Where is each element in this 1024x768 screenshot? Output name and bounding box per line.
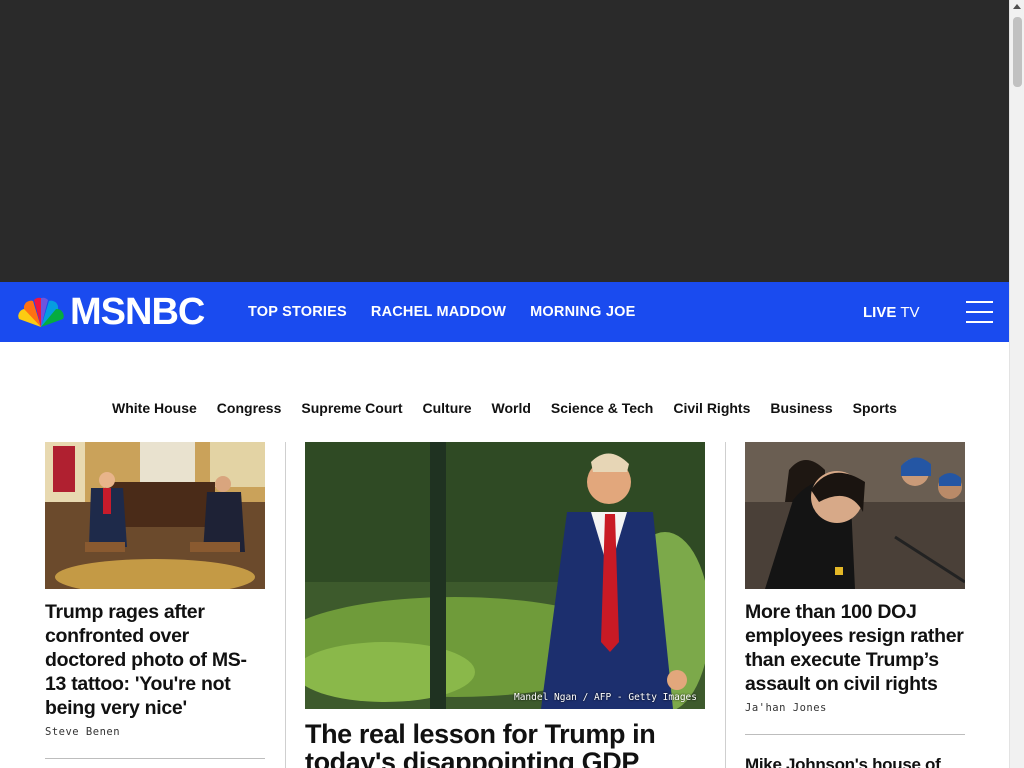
column-divider-right [725,442,726,768]
left-story-image[interactable] [45,442,265,589]
vertical-scrollbar[interactable] [1009,0,1024,768]
top-navigation-bar: MSNBC TOP STORIES RACHEL MADDOW MORNING … [0,282,1009,342]
right-story-divider [745,734,965,735]
left-story-byline[interactable]: Steve Benen [45,726,265,738]
section-link-supreme-court[interactable]: Supreme Court [301,400,402,416]
main-story-card: Mandel Ngan / AFP - Getty Images The rea… [305,442,705,768]
hamburger-menu-icon[interactable] [966,301,993,323]
live-label: LIVE [863,303,897,321]
section-link-culture[interactable]: Culture [423,400,472,416]
brand-wordmark: MSNBC [70,291,205,333]
section-nav: White House Congress Supreme Court Cultu… [0,394,1009,422]
live-tv-link[interactable]: LIVE TV [863,282,920,342]
section-link-science-tech[interactable]: Science & Tech [551,400,653,416]
right-story-headline[interactable]: More than 100 DOJ employees resign rathe… [745,600,965,696]
advertisement-area [0,0,1009,282]
photo-credit: Mandel Ngan / AFP - Getty Images [513,692,697,703]
right-story-2-headline[interactable]: Mike Johnson's house of [745,753,965,768]
nav-link-rachel-maddow[interactable]: RACHEL MADDOW [371,304,506,320]
right-story-card: More than 100 DOJ employees resign rathe… [745,442,965,768]
right-story-byline[interactable]: Ja'han Jones [745,702,965,714]
left-story-headline[interactable]: Trump rages after confronted over doctor… [45,600,265,720]
peacock-icon [18,297,64,327]
section-link-world[interactable]: World [492,400,531,416]
tv-label: TV [900,303,920,321]
main-story-image[interactable]: Mandel Ngan / AFP - Getty Images [305,442,705,709]
msnbc-logo[interactable]: MSNBC [16,291,205,333]
scroll-up-arrow-icon[interactable] [1013,4,1021,9]
nav-link-top-stories[interactable]: TOP STORIES [248,304,347,320]
nav-link-morning-joe[interactable]: MORNING JOE [530,304,635,320]
section-link-congress[interactable]: Congress [217,400,282,416]
column-divider-left [285,442,286,768]
main-story-headline[interactable]: The real lesson for Trump in today's dis… [305,720,705,768]
primary-nav: TOP STORIES RACHEL MADDOW MORNING JOE [248,282,659,342]
section-link-white-house[interactable]: White House [112,400,197,416]
left-story-card: Trump rages after confronted over doctor… [45,442,265,759]
left-story-divider [45,758,265,759]
right-story-image[interactable] [745,442,965,589]
scrollbar-thumb[interactable] [1013,17,1022,87]
section-link-sports[interactable]: Sports [853,400,897,416]
section-link-civil-rights[interactable]: Civil Rights [673,400,750,416]
section-link-business[interactable]: Business [770,400,832,416]
